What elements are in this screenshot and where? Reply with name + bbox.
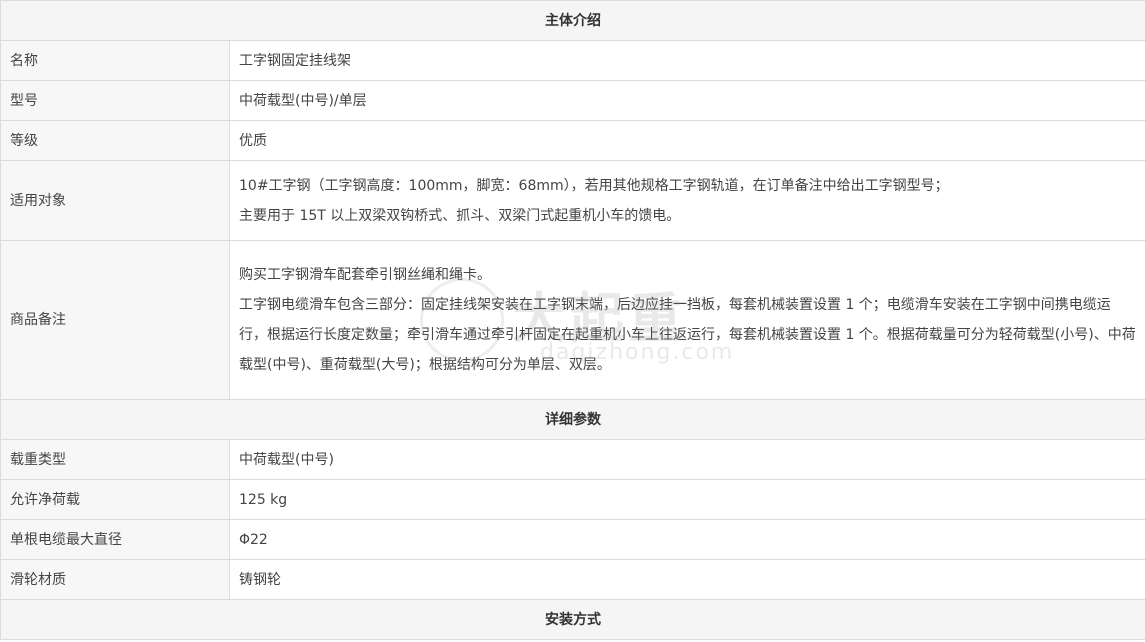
section-title-params: 详细参数 — [0, 399, 1145, 440]
section-title-intro: 主体介绍 — [0, 0, 1145, 41]
row-label-name: 名称 — [0, 40, 230, 81]
table-row-remarks: 商品备注 购买工字钢滑车配套牵引钢丝绳和绳卡。 工字钢电缆滑车包含三部分：固定挂… — [0, 240, 1145, 400]
row-value-max-diameter: Φ22 — [229, 519, 1145, 560]
table-row-model: 型号 中荷载型(中号)/单层 — [0, 80, 1145, 121]
table-row-wheel-material: 滑轮材质 铸钢轮 — [0, 559, 1145, 600]
table-row-name: 名称 工字钢固定挂线架 — [0, 40, 1145, 81]
row-label-grade: 等级 — [0, 120, 230, 161]
row-label-net-load: 允许净荷载 — [0, 479, 230, 520]
section-header-intro: 主体介绍 — [0, 0, 1145, 41]
row-label-wheel-material: 滑轮材质 — [0, 559, 230, 600]
row-value-net-load: 125 kg — [229, 479, 1145, 520]
section-header-params: 详细参数 — [0, 399, 1145, 440]
row-label-remarks: 商品备注 — [0, 240, 230, 400]
remarks-line-2: 工字钢电缆滑车包含三部分：固定挂线架安装在工字钢末端，后边应挂一挡板，每套机械装… — [239, 297, 1136, 373]
target-line-1: 10#工字钢（工字钢高度：100mm，脚宽：68mm），若用其他规格工字钢轨道，… — [239, 177, 949, 194]
table-row-net-load: 允许净荷载 125 kg — [0, 479, 1145, 520]
row-value-grade: 优质 — [229, 120, 1145, 161]
row-value-name: 工字钢固定挂线架 — [229, 40, 1145, 81]
table-row-target: 适用对象 10#工字钢（工字钢高度：100mm，脚宽：68mm），若用其他规格工… — [0, 160, 1145, 241]
row-label-max-diameter: 单根电缆最大直径 — [0, 519, 230, 560]
row-value-remarks: 购买工字钢滑车配套牵引钢丝绳和绳卡。 工字钢电缆滑车包含三部分：固定挂线架安装在… — [229, 240, 1145, 400]
row-value-model: 中荷载型(中号)/单层 — [229, 80, 1145, 121]
table-row-max-diameter: 单根电缆最大直径 Φ22 — [0, 519, 1145, 560]
product-spec-table: 主体介绍 名称 工字钢固定挂线架 型号 中荷载型(中号)/单层 等级 优质 适用… — [0, 0, 1145, 640]
target-line-2: 主要用于 15T 以上双梁双钩桥式、抓斗、双梁门式起重机小车的馈电。 — [239, 207, 681, 224]
table-row-grade: 等级 优质 — [0, 120, 1145, 161]
row-value-wheel-material: 铸钢轮 — [229, 559, 1145, 600]
section-header-install: 安装方式 — [0, 599, 1145, 640]
row-label-model: 型号 — [0, 80, 230, 121]
row-label-target: 适用对象 — [0, 160, 230, 241]
section-title-install: 安装方式 — [0, 599, 1145, 640]
table-row-load-type: 载重类型 中荷载型(中号) — [0, 439, 1145, 480]
remarks-line-1: 购买工字钢滑车配套牵引钢丝绳和绳卡。 — [239, 267, 491, 283]
row-label-load-type: 载重类型 — [0, 439, 230, 480]
row-value-target: 10#工字钢（工字钢高度：100mm，脚宽：68mm），若用其他规格工字钢轨道，… — [229, 160, 1145, 241]
row-value-load-type: 中荷载型(中号) — [229, 439, 1145, 480]
